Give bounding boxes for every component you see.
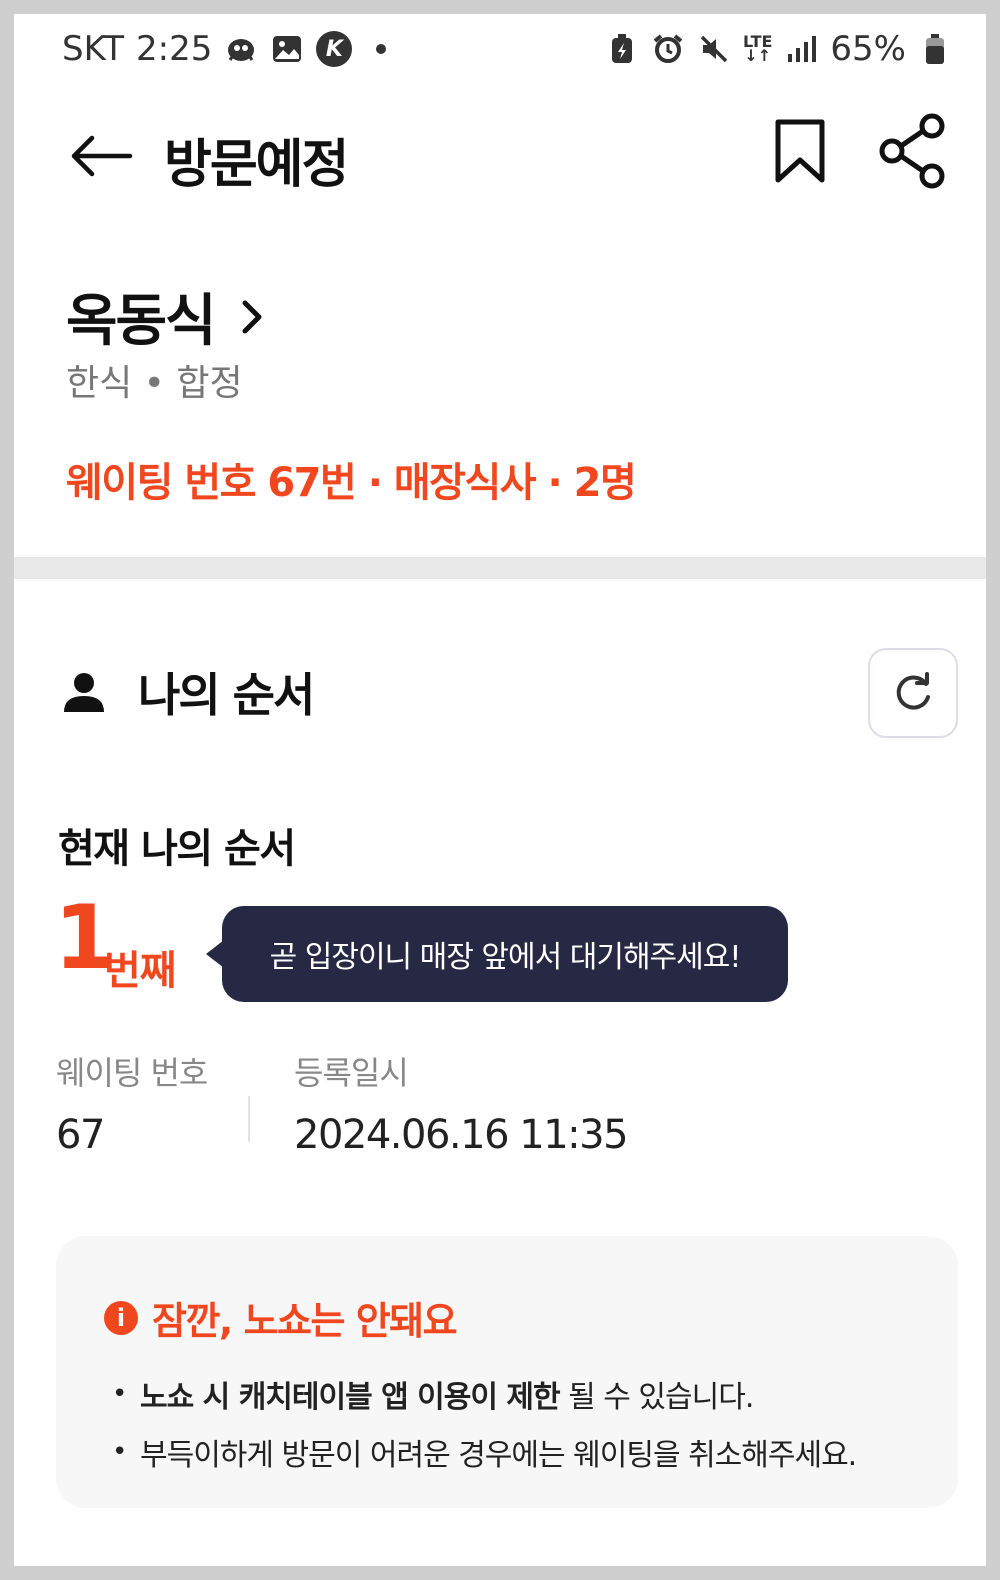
restaurant-name-link[interactable]: 옥동식 [66, 276, 267, 357]
waiting-summary: 웨이팅 번호 67번 · 매장식사 · 2명 [66, 460, 637, 506]
signal-icon [784, 32, 818, 66]
person-icon [64, 673, 104, 712]
gallery-icon [270, 32, 304, 66]
bullet: • [112, 1437, 127, 1467]
restaurant-name: 옥동식 [66, 289, 217, 354]
back-button[interactable] [68, 126, 134, 186]
bullet: • [112, 1379, 127, 1409]
battery-percent: 65% [830, 29, 906, 69]
tooltip-text: 곧 입장이니 매장 앞에서 대기해주세요! [269, 940, 742, 975]
app-screen: SKT 2:25 K LTE ↓↑ 65% 방문예정 옥동식 한식 • 합정 웨… [14, 14, 986, 1566]
bookmark-button[interactable] [770, 116, 830, 186]
notice-item-text: 될 수 있습니다. [559, 1380, 754, 1415]
notice-item-text: 부득이하게 방문이 어려운 경우에는 웨이팅을 취소해주세요. [140, 1438, 857, 1473]
battery-icon [918, 32, 952, 66]
my-order-header: 나의 순서 [62, 659, 315, 725]
alarm-icon [651, 32, 685, 66]
mute-icon [697, 32, 731, 66]
page-title: 방문예정 [164, 135, 349, 195]
current-order-label: 현재 나의 순서 [58, 826, 296, 872]
restaurant-category: 한식 • 합정 [66, 363, 243, 404]
waiting-number-label: 웨이팅 번호 [56, 1054, 208, 1092]
status-bar-right: LTE ↓↑ 65% [605, 29, 952, 69]
notice-title: 잠깐, 노쇼는 안돼요 [152, 1299, 458, 1343]
bookmark-icon [775, 119, 825, 183]
refresh-button[interactable] [868, 648, 958, 738]
status-bar: SKT 2:25 K LTE ↓↑ 65% [14, 14, 986, 84]
share-button[interactable] [874, 110, 952, 192]
share-icon [879, 113, 945, 189]
no-show-notice: i 잠깐, 노쇼는 안돼요 • 노쇼 시 캐치테이블 앱 이용이 제한 될 수 … [56, 1236, 958, 1508]
notice-item: • 노쇼 시 캐치테이블 앱 이용이 제한 될 수 있습니다. [112, 1372, 754, 1416]
network-type: LTE ↓↑ [743, 32, 773, 65]
k-app-icon: K [316, 31, 353, 67]
notice-item: • 부득이하게 방문이 어려운 경우에는 웨이팅을 취소해주세요. [112, 1430, 857, 1474]
refresh-icon [896, 672, 930, 710]
more-notifications-dot [376, 44, 387, 54]
notice-header: i 잠깐, 노쇼는 안돼요 [104, 1290, 458, 1345]
battery-saver-icon [605, 32, 639, 66]
clock: 2:25 [136, 29, 213, 69]
notice-item-bold: 노쇼 시 캐치테이블 앱 이용이 제한 [140, 1380, 561, 1415]
section-divider [14, 557, 986, 579]
my-order-title: 나의 순서 [138, 668, 315, 722]
chevron-right-icon [242, 300, 262, 333]
registered-label: 등록일시 [294, 1054, 409, 1092]
order-tooltip: 곧 입장이니 매장 앞에서 대기해주세요! [206, 906, 788, 1002]
top-app-bar: 방문예정 [14, 104, 986, 204]
info-separator [248, 1096, 250, 1142]
registered-value: 2024.06.16 11:35 [294, 1112, 629, 1158]
bird-app-icon [224, 32, 258, 66]
carrier-label: SKT [62, 29, 125, 69]
info-icon: i [104, 1300, 138, 1335]
waiting-number-value: 67 [56, 1112, 105, 1158]
order-position-unit: 번째 [104, 948, 177, 994]
status-bar-left: SKT 2:25 K [62, 29, 387, 69]
back-arrow-icon [71, 135, 133, 177]
